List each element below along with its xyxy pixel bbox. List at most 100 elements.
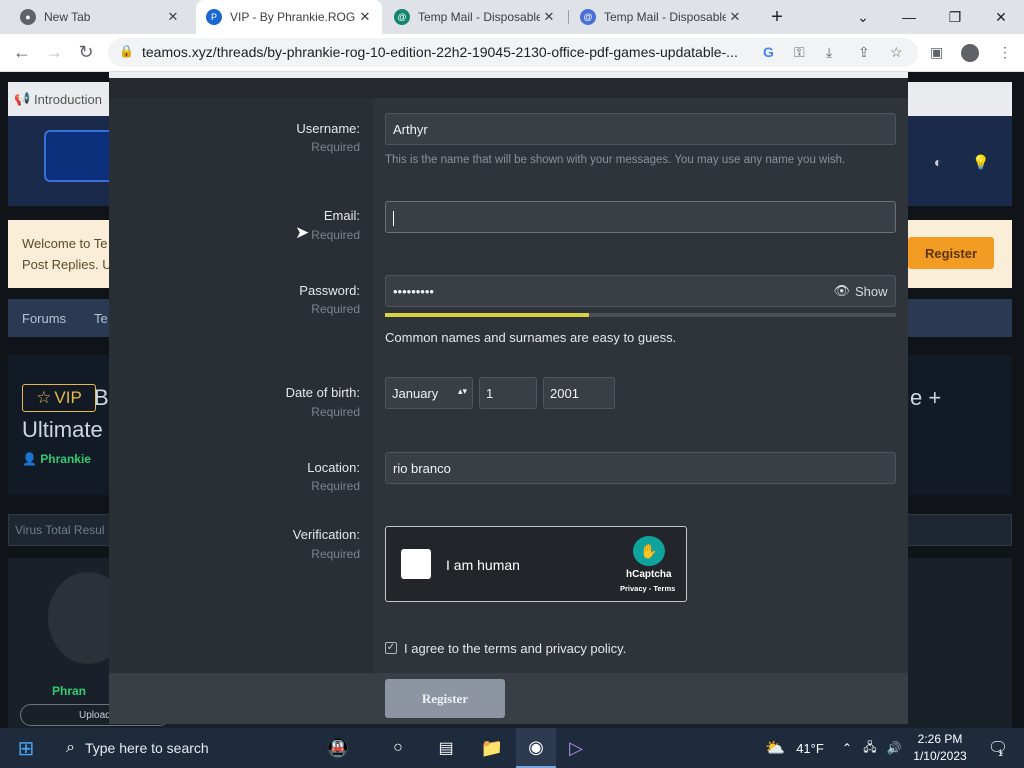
site-logo[interactable] xyxy=(44,130,114,182)
tab-bar: ● New Tab ✕ P VIP - By Phrankie.ROG ✕ @ … xyxy=(0,0,1024,34)
tempmail-icon: @ xyxy=(394,9,410,25)
password-strength-fill xyxy=(385,313,590,317)
required-note: Required xyxy=(311,302,360,316)
close-tab-icon[interactable]: ✕ xyxy=(540,9,558,25)
virus-total-text: Virus Total Resul xyxy=(15,523,105,537)
close-tab-icon[interactable]: ✕ xyxy=(356,9,374,25)
tab-temp-mail-2[interactable]: @ Temp Mail - Disposable ✕ xyxy=(570,0,752,34)
username-input[interactable]: Arthyr xyxy=(385,113,896,145)
start-icon[interactable]: ⊞ xyxy=(0,728,52,768)
weather-icon[interactable]: ⛅ xyxy=(760,728,790,768)
side-panel-icon[interactable]: ▣ xyxy=(930,44,943,61)
lightbulb-icon[interactable]: 💡 xyxy=(972,154,989,171)
tab-separator xyxy=(568,10,569,24)
task-view-icon[interactable]: ▤ xyxy=(426,728,466,768)
modal-top-strip xyxy=(109,72,908,78)
minimize-icon[interactable]: — xyxy=(886,0,932,34)
tab-temp-mail-1[interactable]: @ Temp Mail - Disposable ✕ xyxy=(384,0,566,34)
welcome-text: Post Replies. U xyxy=(22,257,112,272)
captcha-checkbox[interactable] xyxy=(401,549,431,579)
location-input[interactable]: rio branco xyxy=(385,452,896,484)
dob-label: Date of birth: xyxy=(285,385,360,400)
back-icon[interactable]: ← xyxy=(8,38,36,66)
location-label: Location: xyxy=(307,460,360,475)
train-icon[interactable]: 🚇 xyxy=(300,728,376,768)
close-tab-icon[interactable]: ✕ xyxy=(726,9,744,25)
reload-icon[interactable]: ↻ xyxy=(72,38,100,66)
welcome-text: Welcome to Te xyxy=(22,236,108,251)
theme-toggle-icon[interactable]: ◐ xyxy=(934,154,942,170)
vip-badge: ☆ VIP xyxy=(22,384,96,412)
tab-title: VIP - By Phrankie.ROG xyxy=(230,10,356,24)
star-icon[interactable]: ☆ xyxy=(890,44,903,61)
lock-icon: 🔒 xyxy=(119,44,134,58)
tab-title: Temp Mail - Disposable xyxy=(418,10,540,24)
forward-icon[interactable]: → xyxy=(40,38,68,66)
banner-register-button[interactable]: Register xyxy=(908,237,994,269)
taskbar-search[interactable]: ⌕ Type here to search xyxy=(52,728,298,768)
share-icon[interactable]: ⇪ xyxy=(858,44,870,61)
text-cursor xyxy=(393,211,394,227)
username-label: Username: xyxy=(296,121,360,136)
visual-studio-icon[interactable]: ▷ xyxy=(556,728,596,768)
required-note: Required xyxy=(311,547,360,561)
taskbar: ⊞ ⌕ Type here to search 🚇 ○ ▤ 📁 ◉ ▷ ⛅ 41… xyxy=(0,728,1024,768)
captcha-links[interactable]: Privacy - Terms xyxy=(620,584,675,593)
profile-avatar[interactable] xyxy=(961,44,979,62)
modal-footer: Register xyxy=(109,673,908,724)
mouse-cursor-icon: ➤ xyxy=(295,223,310,242)
register-button[interactable]: Register xyxy=(385,679,505,718)
url-text[interactable]: teamos.xyz/threads/by-phrankie-rog-10-ed… xyxy=(142,44,738,60)
required-note: Required xyxy=(311,405,360,419)
file-explorer-icon[interactable]: 📁 xyxy=(472,728,512,768)
install-icon[interactable]: ⤓ xyxy=(826,44,832,61)
username-hint: This is the name that will be shown with… xyxy=(385,154,846,166)
email-label: Email: xyxy=(323,208,360,223)
required-note: Required xyxy=(311,228,360,242)
user-icon: 👤 xyxy=(22,452,41,466)
show-password-button[interactable]: 👁 Show xyxy=(826,275,896,307)
tab-title: Temp Mail - Disposable xyxy=(604,10,726,24)
agree-checkbox[interactable]: ✓ xyxy=(385,642,397,654)
breadcrumb-item[interactable]: Te xyxy=(94,311,108,326)
volume-icon[interactable]: 🔊 xyxy=(884,728,904,768)
author-line[interactable]: 👤 Phrankie xyxy=(22,452,91,466)
clock[interactable]: 2:26 PM 1/10/2023 xyxy=(908,731,972,765)
network-icon[interactable]: 🖧 xyxy=(860,728,880,768)
at-icon: @ xyxy=(580,9,596,25)
breadcrumb-forums[interactable]: Forums xyxy=(22,311,66,326)
register-modal: Username: Required Arthyr This is the na… xyxy=(109,72,908,724)
author-name: Phrankie xyxy=(40,452,91,466)
cortana-icon[interactable]: ○ xyxy=(378,728,418,768)
key-icon[interactable]: ⚿ xyxy=(794,44,805,61)
dob-year-input[interactable]: 2001 xyxy=(543,377,615,409)
password-strength-meter xyxy=(385,313,896,317)
new-tab-button[interactable]: + xyxy=(755,0,799,34)
restore-icon[interactable]: ❐ xyxy=(932,0,978,34)
chrome-icon: ● xyxy=(20,9,36,25)
password-label: Password: xyxy=(299,283,360,298)
chevron-up-icon[interactable]: ⌃ xyxy=(838,728,856,768)
close-tab-icon[interactable]: ✕ xyxy=(164,9,182,25)
dob-month-select[interactable]: January ▴▾ xyxy=(385,377,473,409)
teamos-icon: P xyxy=(206,9,222,25)
required-note: Required xyxy=(311,140,360,154)
tab-search-icon[interactable]: ⌄ xyxy=(840,0,886,34)
captcha-label: I am human xyxy=(446,557,520,573)
thread-title: e + xyxy=(910,385,942,410)
clock-date: 1/10/2023 xyxy=(913,749,967,763)
menu-icon[interactable]: ⋮ xyxy=(998,44,1012,61)
tab-vip[interactable]: P VIP - By Phrankie.ROG ✕ xyxy=(196,0,382,34)
clock-time: 2:26 PM xyxy=(917,732,963,746)
chrome-taskbar-icon[interactable]: ◉ xyxy=(516,728,556,768)
email-input[interactable] xyxy=(385,201,896,233)
tab-new-tab[interactable]: ● New Tab ✕ xyxy=(10,0,190,34)
dob-day-input[interactable]: 1 xyxy=(479,377,537,409)
agree-label: I agree to the terms and privacy policy. xyxy=(404,641,627,656)
close-window-icon[interactable]: ✕ xyxy=(978,0,1024,34)
post-author[interactable]: Phran xyxy=(52,684,86,698)
password-input[interactable]: ••••••••• xyxy=(385,275,827,307)
google-icon[interactable]: G xyxy=(763,44,774,60)
weather-temp[interactable]: 41°F xyxy=(792,728,828,768)
browser-toolbar: ← → ↻ 🔒 teamos.xyz/threads/by-phrankie-r… xyxy=(0,34,1024,72)
